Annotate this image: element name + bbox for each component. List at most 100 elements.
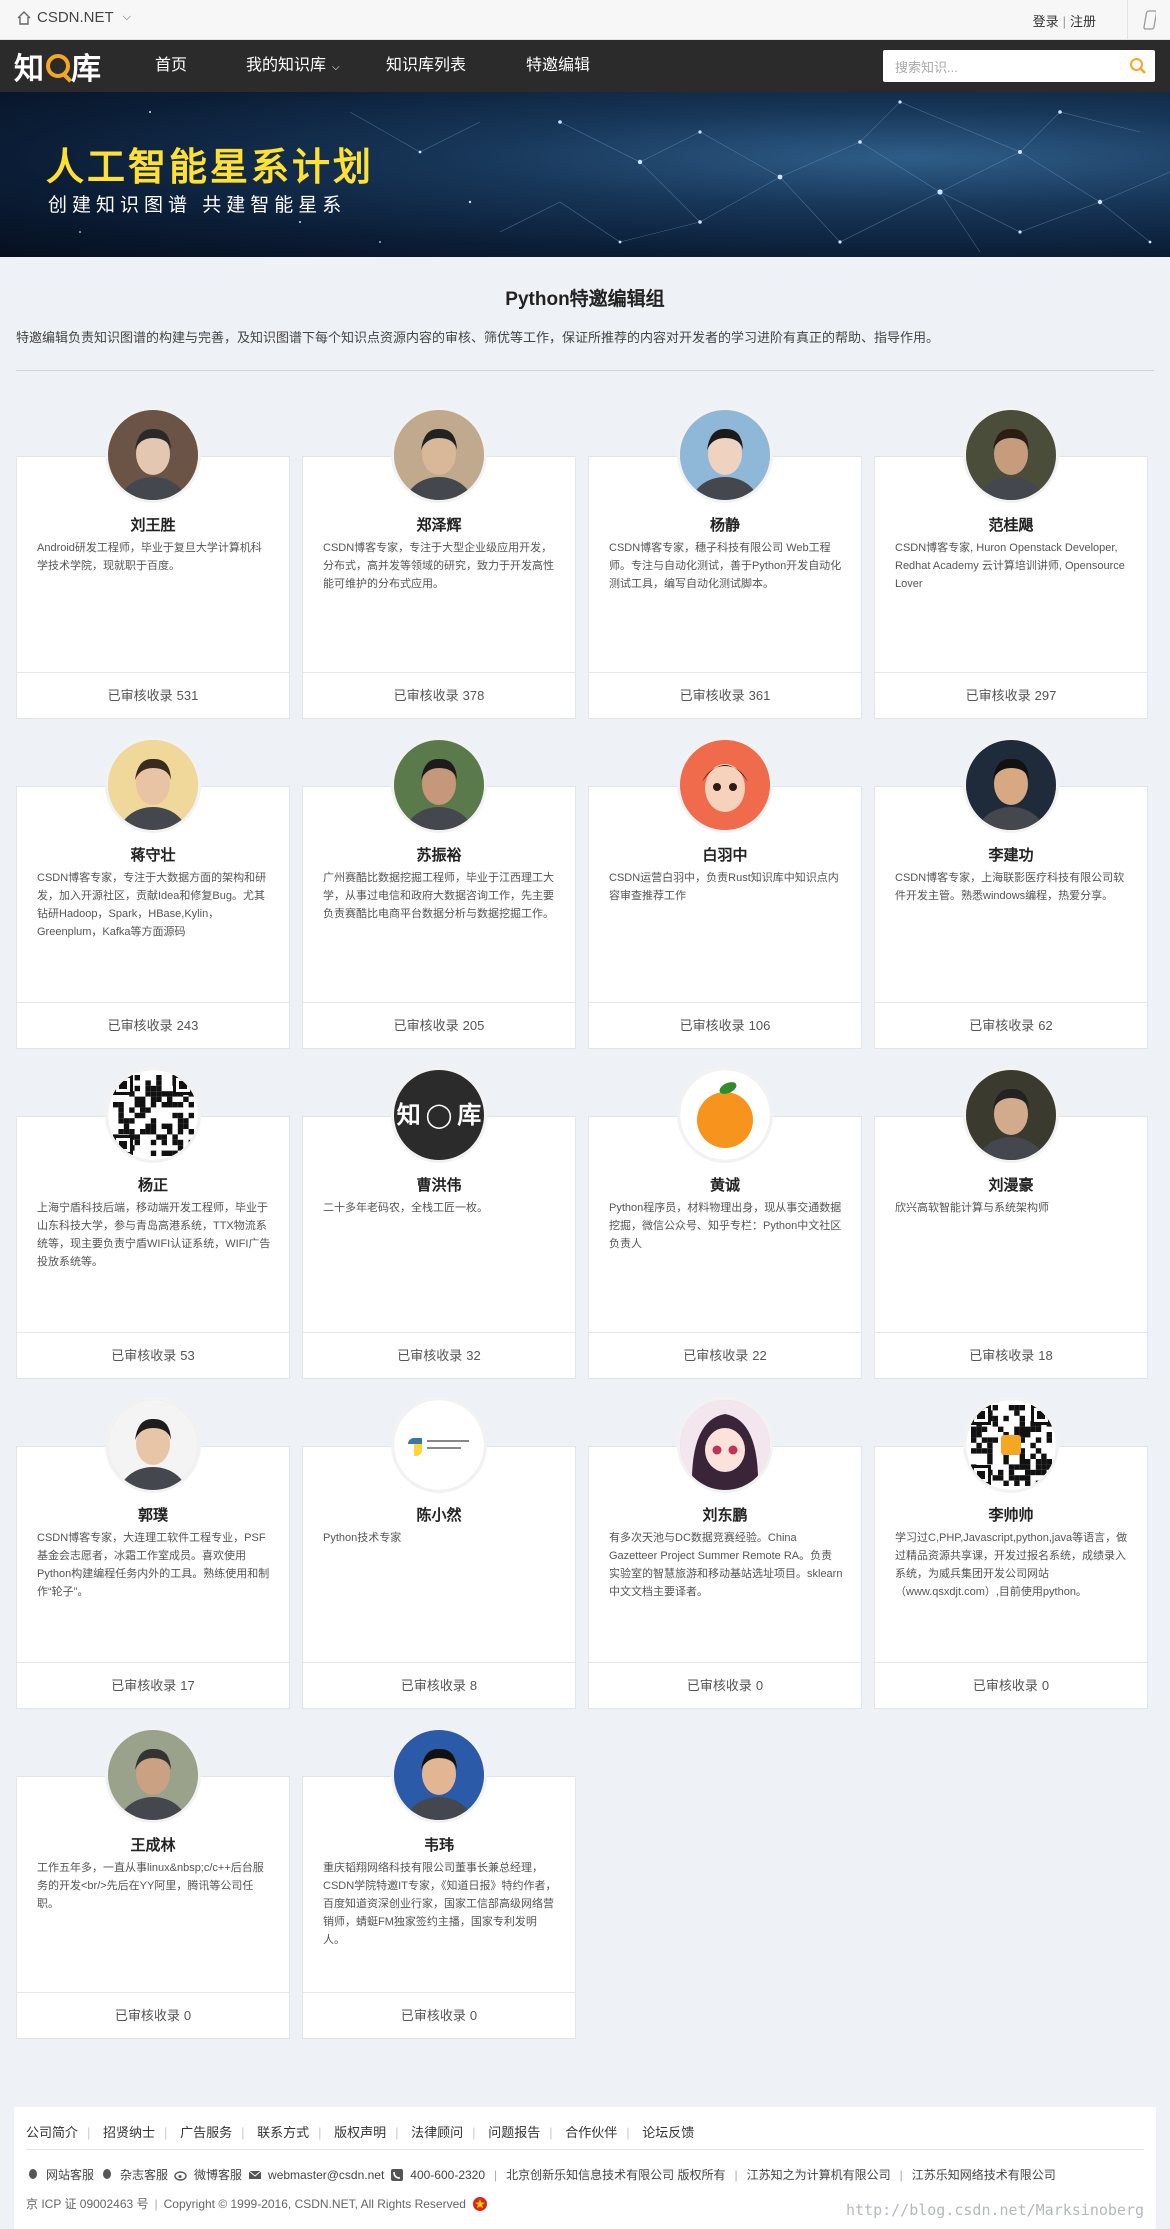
phone-icon-button[interactable] <box>1127 0 1170 39</box>
editor-card[interactable]: 郭璞 CSDN博客专家，大连理工软件工程专业，PSF基金会志愿者，冰霜工作室成员。… <box>16 1397 290 1709</box>
avatar[interactable] <box>105 737 201 833</box>
register-link[interactable]: 注册 <box>1070 14 1096 29</box>
editor-card[interactable]: 刘漫豪 欣兴高软智能计算与系统架构师 已审核收录 18 <box>874 1067 1148 1379</box>
editor-name[interactable]: 李建功 <box>875 844 1147 865</box>
link-separator: | <box>395 2125 399 2140</box>
reviewed-count-value: 205 <box>462 1018 485 1033</box>
avatar[interactable] <box>963 737 1059 833</box>
editor-card[interactable]: 李帅帅学习过C,PHP,Javascript,python,java等语言，做过… <box>874 1397 1148 1709</box>
email-link[interactable]: webmaster@csdn.net <box>268 2168 384 2182</box>
editor-card[interactable]: 杨正上海宁盾科技后端，移动端开发工程师，毕业于山东科技大学，参与青岛高港系统，T… <box>16 1067 290 1379</box>
editor-name[interactable]: 白羽中 <box>589 844 861 865</box>
editor-name[interactable]: 韦玮 <box>303 1834 575 1855</box>
editor-card[interactable]: 李建功 CSDN博客专家，上海联影医疗科技有限公司软件开发主管。熟悉windows… <box>874 737 1148 1049</box>
link-separator: | <box>1062 14 1066 29</box>
editor-name[interactable]: 杨正 <box>17 1174 289 1195</box>
footer-link[interactable]: 法律顾问 <box>411 2125 463 2140</box>
avatar[interactable] <box>677 1067 773 1163</box>
nav-knowledge-list[interactable]: 知识库列表 <box>386 40 466 92</box>
editor-card[interactable]: 韦玮 重庆韬翔网络科技有限公司董事长兼总经理，CSDN学院特邀IT专家，《知道日报… <box>302 1727 576 2039</box>
avatar[interactable] <box>963 1397 1059 1493</box>
avatar[interactable] <box>391 407 487 503</box>
footer-link[interactable]: 联系方式 <box>257 2125 309 2140</box>
reviewed-count-value: 361 <box>748 688 771 703</box>
nav-my-knowledge[interactable]: 我的知识库 ⌵ <box>246 40 340 92</box>
editor-name[interactable]: 苏振裕 <box>303 844 575 865</box>
editor-card[interactable]: 蒋守壮 CSDN博客专家，专注于大数据方面的架构和研发，加入开源社区，贡献Idea… <box>16 737 290 1049</box>
editor-card[interactable]: 知 ◯ 库曹洪伟 二十多年老码农，全栈工匠一枚。 已审核收录 32 <box>302 1067 576 1379</box>
editor-card[interactable]: 刘王胜 Android研发工程师，毕业于复旦大学计算机科学技术学院，现就职于百度。… <box>16 407 290 719</box>
reviewed-count-value: 243 <box>176 1018 199 1033</box>
editor-name[interactable]: 郑泽辉 <box>303 514 575 535</box>
footer-link[interactable]: 招贤纳士 <box>103 2125 155 2140</box>
svg-text:知 ◯ 库: 知 ◯ 库 <box>397 1101 481 1129</box>
reviewed-count: 已审核收录 531 <box>17 672 289 718</box>
reviewed-count-value: 62 <box>1038 1018 1053 1033</box>
avatar[interactable] <box>963 1067 1059 1163</box>
editor-description: 上海宁盾科技后端，移动端开发工程师，毕业于山东科技大学，参与青岛高港系统，TTX… <box>37 1202 271 1268</box>
editor-name[interactable]: 王成林 <box>17 1834 289 1855</box>
contact-link[interactable]: 微博客服 <box>194 2166 242 2183</box>
nav-home[interactable]: 首页 <box>155 40 187 92</box>
zhishiku-logo[interactable]: 知库 <box>14 49 102 86</box>
editor-name[interactable]: 刘漫豪 <box>875 1174 1147 1195</box>
editor-name[interactable]: 杨静 <box>589 514 861 535</box>
chevron-down-icon: ⌵ <box>122 11 132 23</box>
avatar[interactable] <box>105 1067 201 1163</box>
editor-card[interactable]: 黄诚 Python程序员，材料物理出身，现从事交通数据挖掘，微信公众号、知乎专栏：… <box>588 1067 862 1379</box>
link-separator: | <box>626 2125 630 2140</box>
avatar[interactable] <box>677 737 773 833</box>
reviewed-count-label: 已审核收录 <box>107 688 173 703</box>
contact-link[interactable]: 杂志客服 <box>120 2166 168 2183</box>
editor-card[interactable]: 刘东鹏 有多次天池与DC数据竞赛经验。China Gazetteer Projec… <box>588 1397 862 1709</box>
avatar[interactable] <box>391 1397 487 1493</box>
avatar[interactable] <box>963 407 1059 503</box>
footer-link[interactable]: 问题报告 <box>488 2125 540 2140</box>
editor-card[interactable]: 陈小然 Python技术专家 已审核收录 8 <box>302 1397 576 1709</box>
search-input[interactable] <box>893 56 1117 78</box>
weibo-icon <box>174 2170 187 2181</box>
main-navbar: 知库 首页 我的知识库 ⌵ 知识库列表 特邀编辑 <box>0 40 1170 92</box>
editor-card[interactable]: 苏振裕 广州赛酷比数据挖掘工程师，毕业于江西理工大学，从事过电信和政府大数据咨询工… <box>302 737 576 1049</box>
editor-name[interactable]: 蒋守壮 <box>17 844 289 865</box>
footer-link[interactable]: 版权声明 <box>334 2125 386 2140</box>
editor-name[interactable]: 郭璞 <box>17 1504 289 1525</box>
avatar[interactable] <box>391 737 487 833</box>
editor-description: Python程序员，材料物理出身，现从事交通数据挖掘，微信公众号、知乎专栏：Py… <box>609 1202 842 1250</box>
editor-card[interactable]: 范桂飓 CSDN博客专家, Huron Openstack Developer, … <box>874 407 1148 719</box>
editor-name[interactable]: 范桂飓 <box>875 514 1147 535</box>
search-icon[interactable] <box>1129 57 1147 75</box>
login-link[interactable]: 登录 <box>1033 14 1059 29</box>
reviewed-count-value: 53 <box>180 1348 195 1363</box>
copyright-text: Copyright © 1999-2016, CSDN.NET, All Rig… <box>163 2196 466 2211</box>
editor-description: 学习过C,PHP,Javascript,python,java等语言，做过精品资… <box>895 1532 1128 1598</box>
editor-name[interactable]: 刘王胜 <box>17 514 289 535</box>
editor-card[interactable]: 白羽中 CSDN运营白羽中，负责Rust知识库中知识点内容审查推荐工作 已审核收录 1… <box>588 737 862 1049</box>
editor-name[interactable]: 李帅帅 <box>875 1504 1147 1525</box>
footer-link[interactable]: 广告服务 <box>180 2125 232 2140</box>
avatar[interactable]: 知 ◯ 库 <box>391 1067 487 1163</box>
footer-link[interactable]: 合作伙伴 <box>565 2125 617 2140</box>
editor-name[interactable]: 黄诚 <box>589 1174 861 1195</box>
footer-copyright: 京 ICP 证 09002463 号 | Copyright © 1999-20… <box>26 2195 488 2212</box>
avatar[interactable] <box>105 407 201 503</box>
avatar[interactable] <box>105 1727 201 1823</box>
contact-link[interactable]: 网站客服 <box>46 2166 94 2183</box>
avatar[interactable] <box>677 1397 773 1493</box>
avatar[interactable] <box>391 1727 487 1823</box>
csdn-brand-dropdown[interactable]: CSDN.NET ⌵ <box>16 9 131 26</box>
editor-card[interactable]: 郑泽辉 CSDN博客专家，专注于大型企业级应用开发，分布式，高并发等领域的研究，致… <box>302 407 576 719</box>
reviewed-count-label: 已审核收录 <box>686 1678 752 1693</box>
editor-card[interactable]: 王成林 工作五年多，一直从事linux&nbsp;c/c++后台服务的开发<br/… <box>16 1727 290 2039</box>
editor-name[interactable]: 刘东鹏 <box>589 1504 861 1525</box>
avatar[interactable] <box>105 1397 201 1493</box>
editor-card[interactable]: 杨静 CSDN博客专家，穗子科技有限公司 Web工程师。专注与自动化测试，善于Py… <box>588 407 862 719</box>
nav-invited-editors[interactable]: 特邀编辑 <box>526 40 590 92</box>
avatar[interactable] <box>677 407 773 503</box>
footer-link[interactable]: 论坛反馈 <box>642 2125 694 2140</box>
editor-name[interactable]: 陈小然 <box>303 1504 575 1525</box>
editor-name[interactable]: 曹洪伟 <box>303 1174 575 1195</box>
footer-link[interactable]: 公司简介 <box>26 2125 78 2140</box>
reviewed-count-value: 0 <box>755 1678 764 1693</box>
reviewed-count-label: 已审核收录 <box>393 688 459 703</box>
